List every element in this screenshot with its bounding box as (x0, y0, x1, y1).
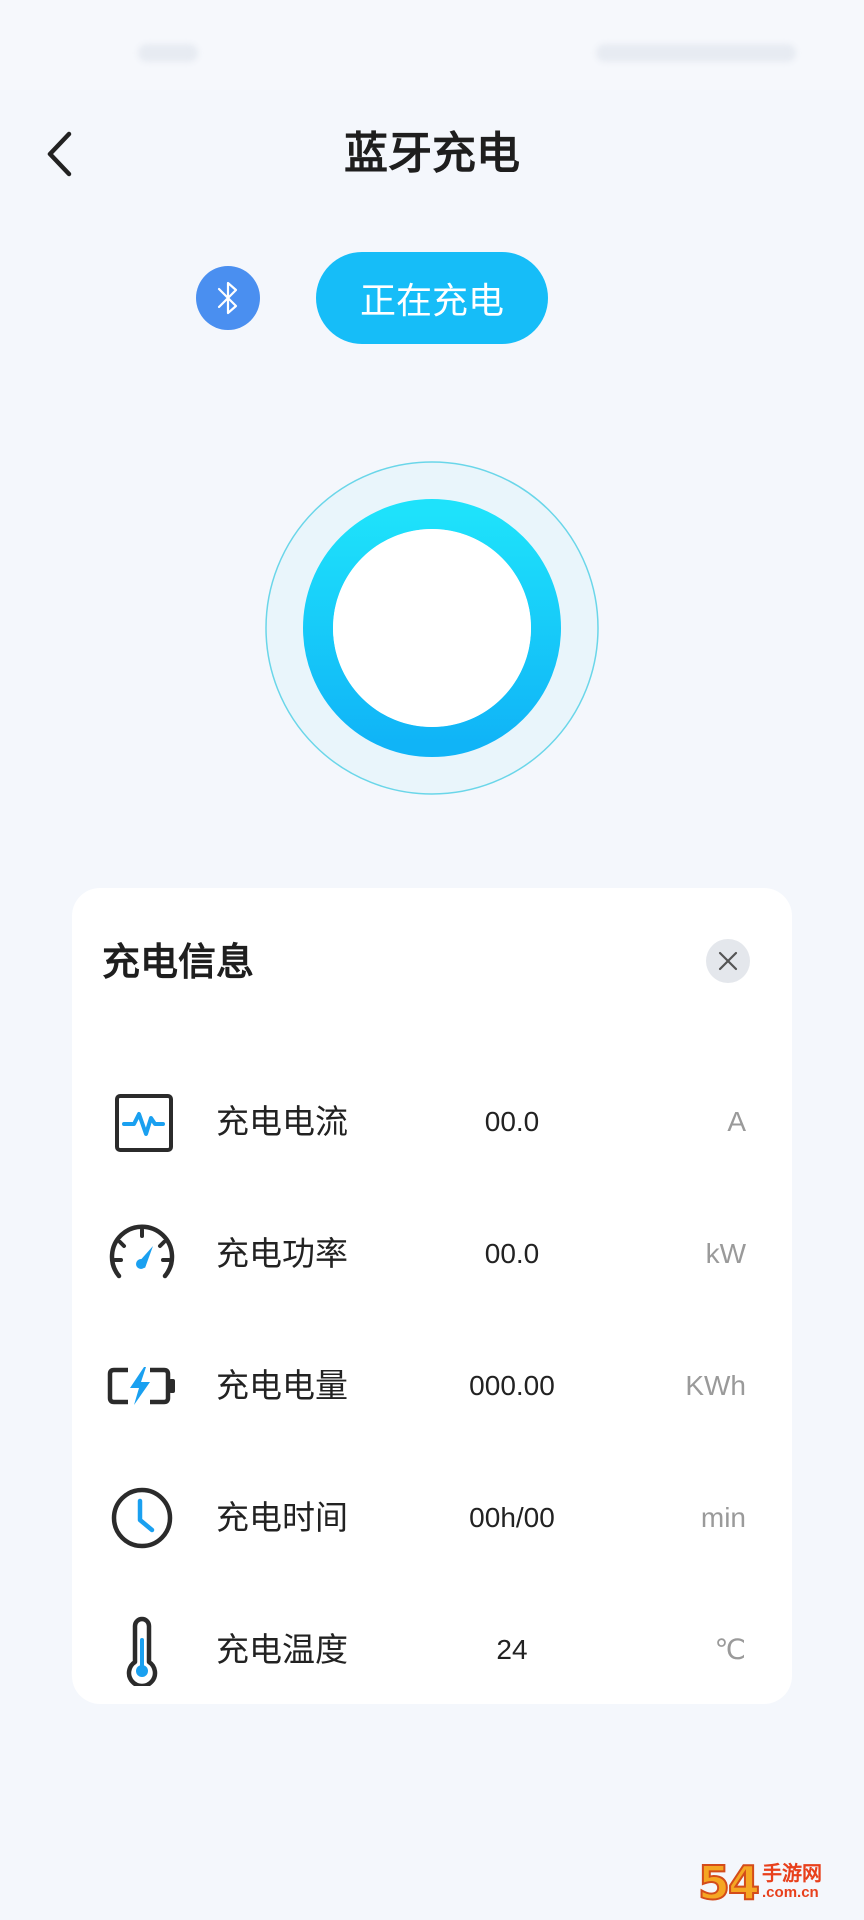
status-time-blurred (138, 44, 198, 62)
info-row-time: 充电时间 00h/00 min (72, 1478, 792, 1558)
row-label: 充电温度 (216, 1630, 348, 1669)
row-unit: KWh (685, 1370, 746, 1401)
row-value: 00h/00 (469, 1502, 555, 1533)
row-unit: A (727, 1106, 746, 1137)
row-value: 00.0 (484, 1106, 540, 1137)
row-unit: min (700, 1502, 746, 1533)
row-value: 24 (496, 1634, 528, 1665)
info-row-power: 充电功率 00.0 kW (72, 1214, 792, 1294)
close-button[interactable] (706, 939, 750, 983)
charging-status-button[interactable]: 正在充电 (316, 252, 548, 344)
watermark-domain: .com.cn (762, 1884, 819, 1901)
status-bar (0, 0, 864, 90)
speedometer-icon (106, 1222, 178, 1286)
info-row-current: 充电电流 00.0 A (72, 1082, 792, 1162)
page-title: 蓝牙充电 (344, 128, 520, 179)
charging-info-card: 充电信息 充电电流 00.0 A 充电功率 00.0 kW 充电电量 000.0… (72, 888, 792, 1704)
row-value: 000.00 (469, 1370, 555, 1401)
pulse-monitor-icon (106, 1090, 178, 1154)
bluetooth-icon (196, 266, 260, 330)
watermark-number: 54 (697, 1855, 761, 1911)
row-unit: kW (705, 1238, 746, 1269)
close-icon (718, 951, 738, 971)
clock-icon (106, 1486, 178, 1550)
status-icons-blurred (596, 44, 796, 62)
card-title: 充电信息 (102, 940, 255, 984)
battery-charging-icon (106, 1354, 178, 1418)
site-watermark: 54 手游网 .com.cn (697, 1855, 858, 1911)
info-row-energy: 充电电量 000.00 KWh (72, 1346, 792, 1426)
row-label: 充电时间 (216, 1498, 348, 1537)
info-row-temperature: 充电温度 24 ℃ (72, 1610, 792, 1690)
row-label: 充电电量 (216, 1366, 348, 1405)
row-value: 00.0 (484, 1238, 540, 1269)
row-unit: ℃ (714, 1634, 746, 1665)
row-label: 充电功率 (216, 1234, 348, 1273)
thermometer-icon (106, 1616, 178, 1686)
watermark-site-name: 手游网 (762, 1861, 823, 1885)
row-label: 充电电流 (216, 1102, 348, 1141)
charging-ring (264, 460, 600, 796)
